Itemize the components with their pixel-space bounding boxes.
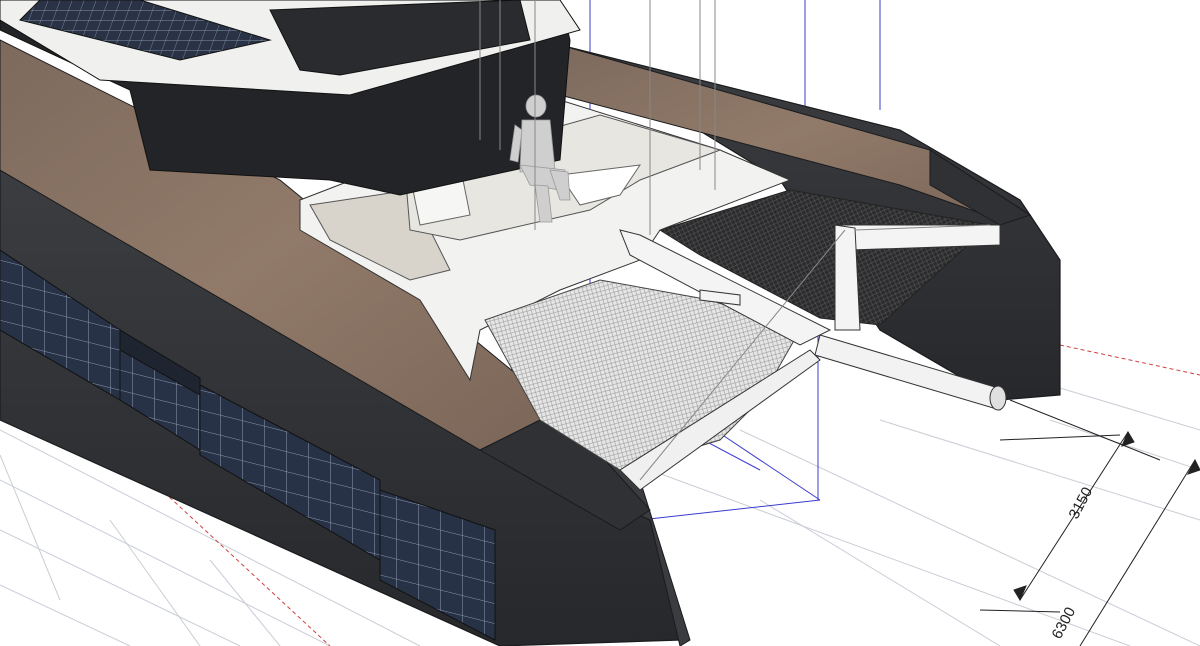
dimension-lines: [979, 399, 1200, 646]
3d-model-viewport[interactable]: 3150 6300: [0, 0, 1200, 646]
dimension-label-3150: 3150: [1066, 484, 1097, 521]
dimension-label-6300: 6300: [1049, 604, 1080, 641]
